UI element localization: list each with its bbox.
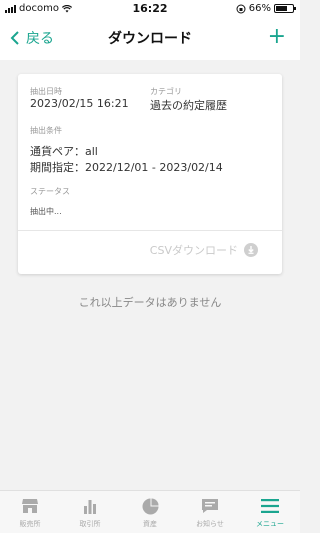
battery-icon — [274, 4, 296, 13]
extract-date-label: 抽出日時 — [30, 87, 62, 96]
page-title: ダウンロード — [108, 31, 192, 47]
tab-bar: 販売所 取引所 資産 お知らせ メニュー — [0, 490, 300, 533]
battery-percent: 66% — [248, 3, 271, 14]
tab-label: 資産 — [143, 520, 157, 528]
pair-condition: 通貨ペア：all — [30, 145, 98, 158]
empty-message: これ以上データはありません — [78, 296, 222, 309]
tab-label: 販売所 — [19, 520, 41, 528]
message-icon — [201, 497, 219, 515]
add-button[interactable]: + — [268, 26, 286, 48]
orientation-lock-icon — [236, 4, 246, 13]
category-label: カテゴリ — [150, 87, 182, 96]
tab-label: 取引所 — [79, 520, 101, 528]
download-icon — [244, 243, 258, 257]
conditions-label: 抽出条件 — [30, 126, 62, 135]
download-record-card: 抽出日時 2023/02/15 16:21 カテゴリ 過去の約定履歴 抽出条件 … — [18, 74, 282, 274]
menu-icon — [261, 497, 279, 515]
divider — [18, 230, 282, 231]
bar-chart-icon — [82, 497, 98, 515]
csv-download-button[interactable]: CSVダウンロード — [150, 242, 258, 258]
status-label: ステータス — [30, 187, 70, 196]
status-value: 抽出中... — [30, 207, 62, 216]
tab-notifications[interactable]: お知らせ — [180, 491, 240, 533]
extract-date-value: 2023/02/15 16:21 — [30, 97, 129, 110]
tab-shop[interactable]: 販売所 — [0, 491, 60, 533]
shop-icon — [21, 497, 39, 515]
pie-chart-icon — [142, 497, 159, 515]
period-condition: 期間指定：2022/12/01 - 2023/02/14 — [30, 161, 223, 174]
tab-menu[interactable]: メニュー — [240, 491, 300, 533]
tab-label: お知らせ — [196, 520, 224, 528]
tab-assets[interactable]: 資産 — [120, 491, 180, 533]
navigation-bar: 戻る ダウンロード + — [0, 18, 300, 60]
csv-download-label: CSVダウンロード — [149, 244, 238, 257]
tab-label: メニュー — [256, 520, 284, 528]
status-bar: docomo 16:22 66% — [0, 0, 300, 18]
category-value: 過去の約定履歴 — [150, 99, 227, 112]
tab-exchange[interactable]: 取引所 — [60, 491, 120, 533]
